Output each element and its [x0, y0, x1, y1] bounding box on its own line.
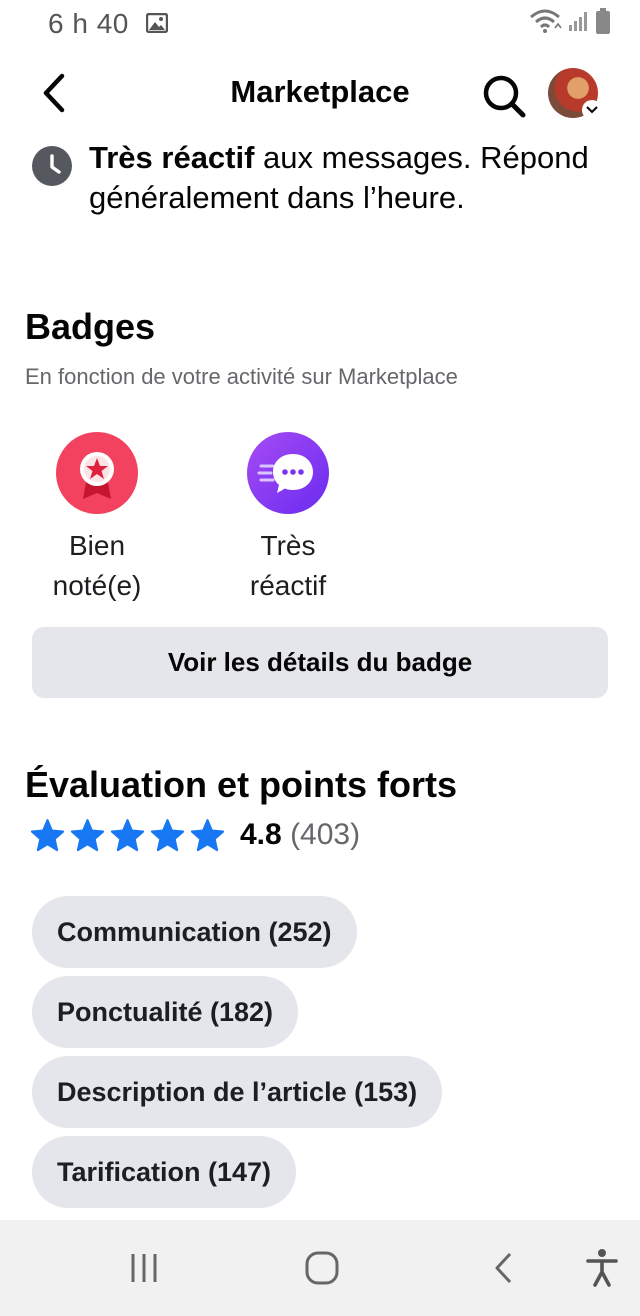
badges-title: Badges: [25, 306, 156, 347]
badge-label-line1: Très: [260, 530, 316, 561]
home-icon: [305, 1251, 339, 1285]
star-icon: [30, 819, 65, 852]
system-nav-bar: [0, 1220, 640, 1316]
nav-back-button[interactable]: [484, 1248, 524, 1288]
status-bar: 6 h 40: [0, 0, 640, 50]
rating-title: Évaluation et points forts: [25, 764, 458, 805]
rating-stars: [30, 818, 225, 853]
badge-details-button[interactable]: Voir les détails du badge: [32, 627, 608, 698]
clock-icon: [32, 146, 72, 186]
star-icon: [150, 819, 185, 852]
badges-subtitle: En fonction de votre activité sur Market…: [25, 364, 458, 389]
search-icon: [483, 75, 526, 118]
recent-apps-icon: [131, 1254, 157, 1282]
status-time: 6 h 40: [48, 8, 129, 39]
highlight-chip-description[interactable]: Description de l’article (153): [32, 1056, 443, 1128]
rating-count: (403): [290, 818, 361, 851]
header: Marketplace: [0, 60, 640, 126]
accessibility-button[interactable]: [580, 1248, 624, 1288]
profile-menu-button[interactable]: [548, 68, 604, 120]
badge-label: Bien noté(e): [22, 526, 172, 606]
response-text: Très réactif aux messages. Répond généra…: [89, 138, 589, 218]
accessibility-icon: [586, 1249, 618, 1287]
battery-icon: [596, 7, 610, 39]
wifi-icon: [528, 8, 562, 39]
badge-label-line1: Bien: [68, 530, 126, 561]
rated-medal-icon: [56, 432, 138, 514]
highlight-chip-punctuality[interactable]: Ponctualité (182): [32, 976, 299, 1048]
gallery-icon: [145, 12, 169, 34]
rating-score: 4.8: [240, 818, 282, 851]
page-title: Marketplace: [230, 74, 410, 109]
recent-apps-button[interactable]: [124, 1248, 164, 1288]
rating-value: 4.8 (403): [240, 818, 360, 852]
star-icon: [110, 819, 145, 852]
status-icons: [528, 7, 610, 39]
badge-responsive[interactable]: Très réactif: [213, 432, 363, 606]
badge-label: Très réactif: [213, 526, 363, 606]
search-button[interactable]: [476, 68, 532, 124]
highlight-chip-pricing[interactable]: Tarification (147): [32, 1136, 297, 1208]
response-strong: Très réactif: [89, 140, 255, 175]
chevron-down-icon: [582, 100, 602, 120]
star-icon: [70, 819, 105, 852]
badge-label-line2: noté(e): [52, 570, 142, 601]
back-icon: [495, 1252, 512, 1284]
badge-label-line2: réactif: [249, 570, 327, 601]
star-icon: [190, 819, 225, 852]
highlight-chip-communication[interactable]: Communication (252): [32, 896, 357, 968]
home-button[interactable]: [300, 1248, 344, 1288]
signal-icon: [568, 10, 590, 37]
badge-rated[interactable]: Bien noté(e): [22, 432, 172, 606]
chat-bubble-icon: [247, 432, 329, 514]
